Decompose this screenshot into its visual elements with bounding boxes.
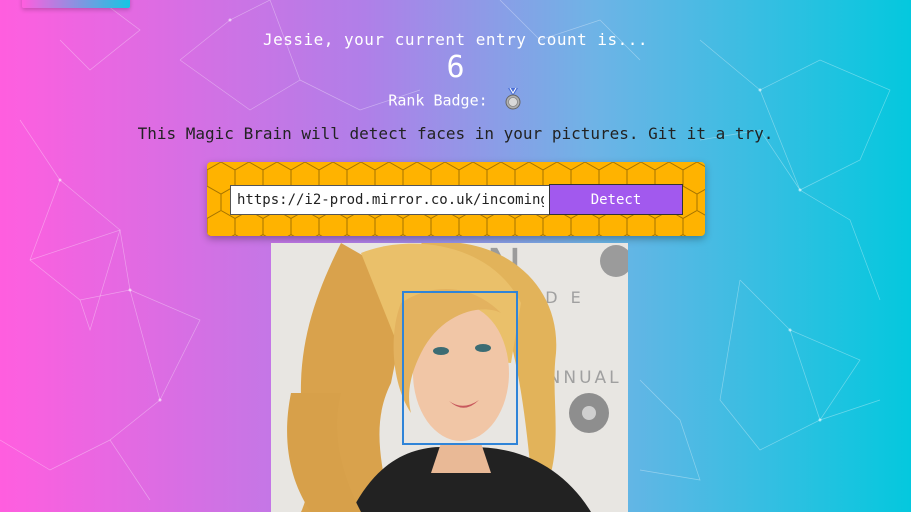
face-bounding-box: [402, 291, 518, 445]
greeting-text: Jessie, your current entry count is...: [262, 30, 649, 49]
image-link-form: Detect: [207, 162, 705, 236]
tagline: This Magic Brain will detect faces in yo…: [137, 124, 774, 143]
rank-badge-row: Rank Badge:: [0, 87, 911, 114]
image-url-input[interactable]: [230, 185, 551, 215]
detected-image: N R D E ANNUAL: [271, 243, 628, 512]
entry-count: 6: [446, 50, 465, 85]
logo[interactable]: [22, 0, 130, 8]
medal-icon: [503, 87, 523, 114]
rank-badge-label: Rank Badge:: [388, 91, 488, 110]
detect-button[interactable]: Detect: [549, 184, 683, 215]
